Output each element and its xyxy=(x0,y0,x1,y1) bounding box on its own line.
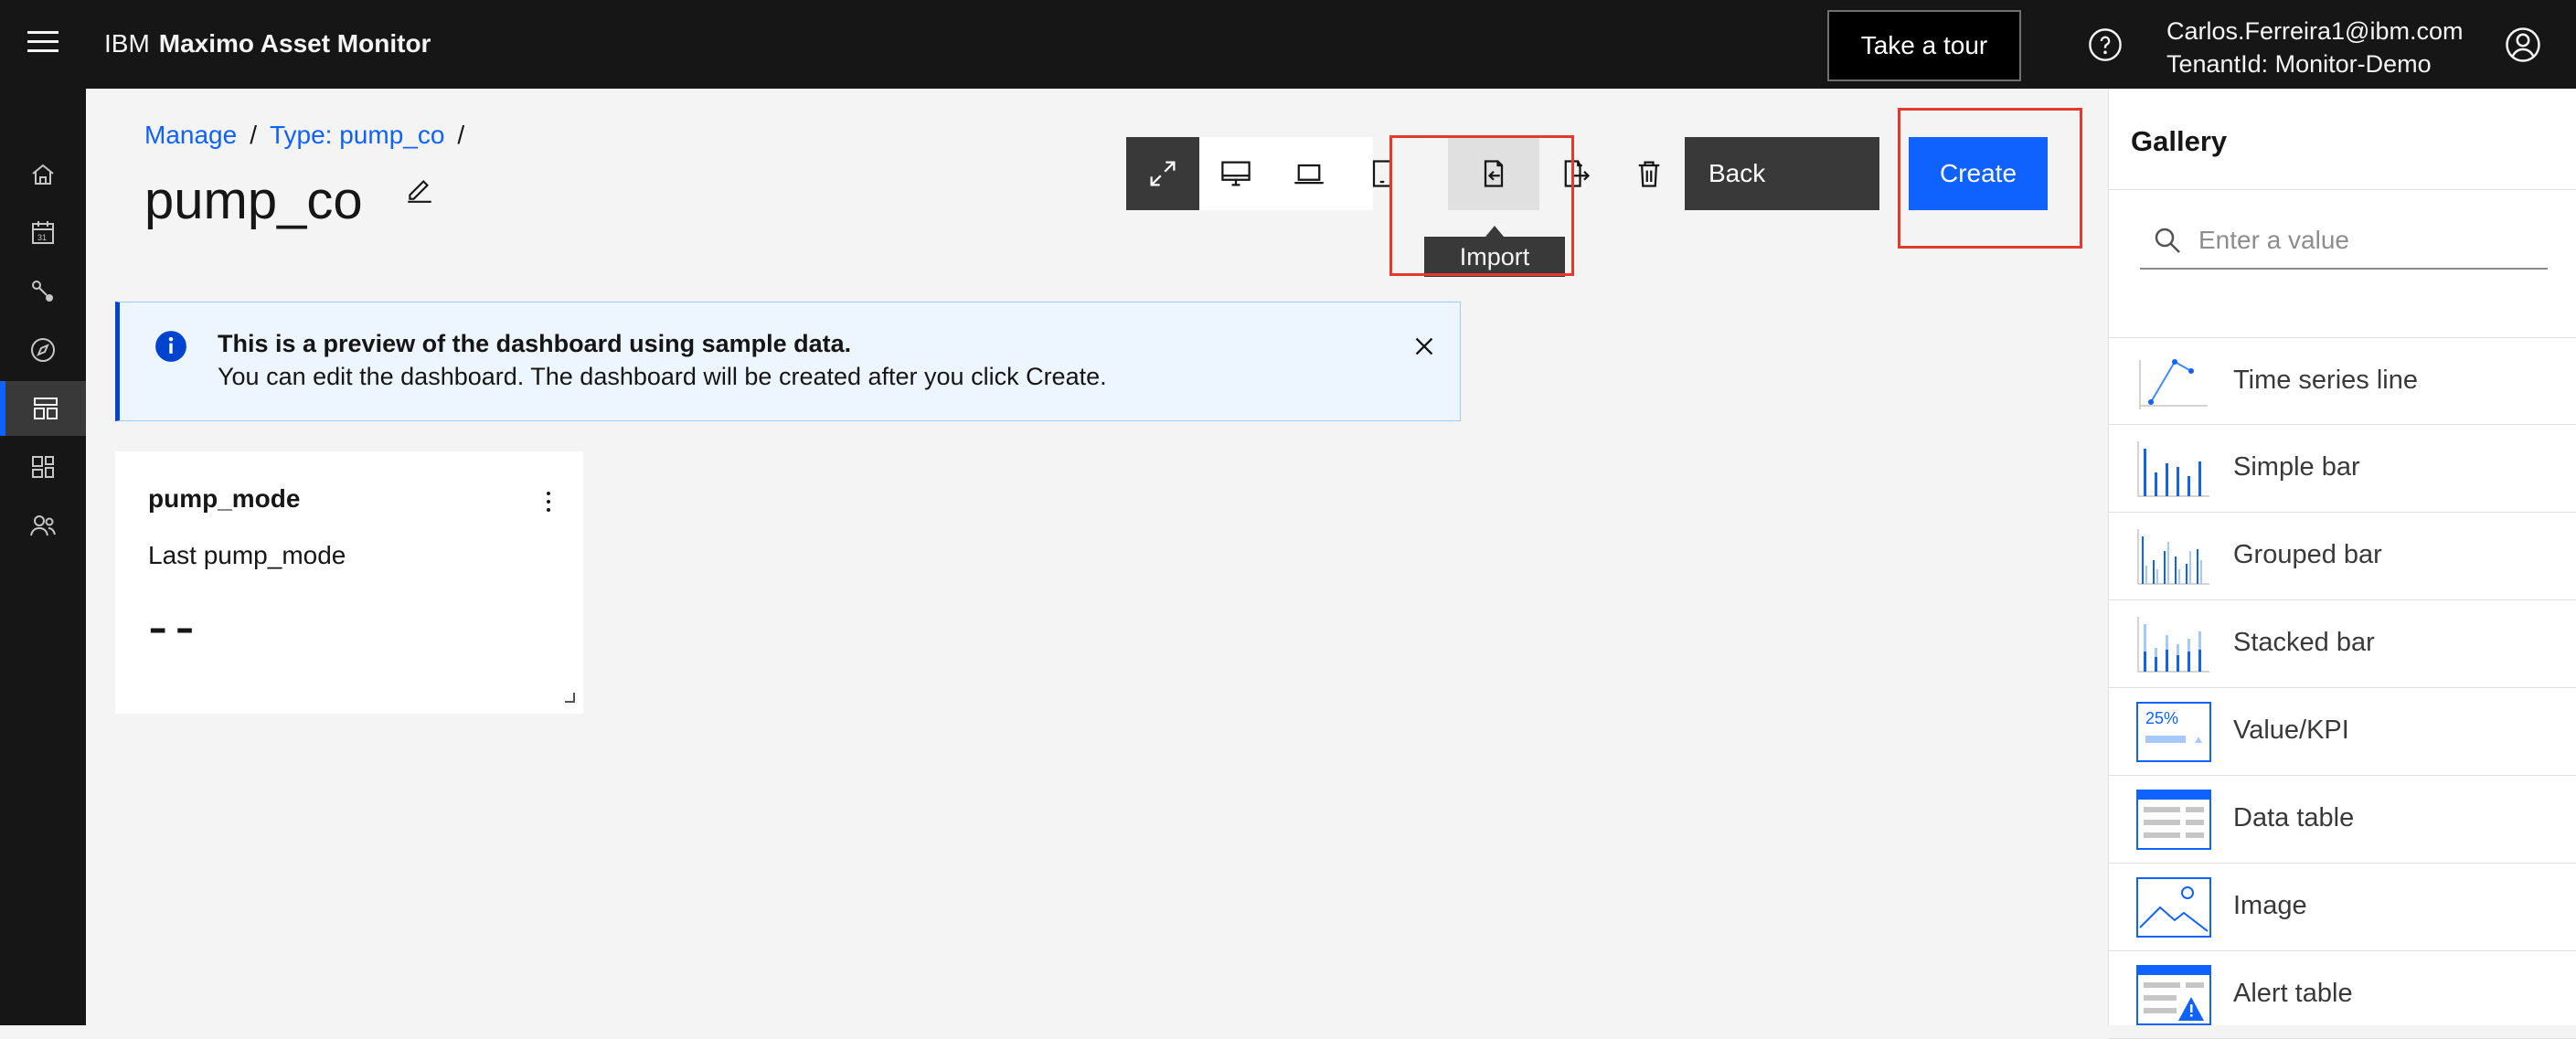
gallery-panel: Gallery Time series line Simple bar xyxy=(2108,89,2576,1039)
gallery-item-label: Simple bar xyxy=(2233,452,2360,482)
image-icon xyxy=(2136,877,2211,938)
gallery-item-label: Grouped bar xyxy=(2233,540,2382,569)
info-icon xyxy=(155,331,186,362)
connections-icon xyxy=(32,281,53,302)
gallery-item-label: Data table xyxy=(2233,803,2355,832)
value-kpi-icon: 25% xyxy=(2136,702,2211,762)
fit-to-screen-button[interactable] xyxy=(1126,137,1199,210)
export-button[interactable] xyxy=(1539,137,1613,210)
preview-notification: This is a preview of the dashboard using… xyxy=(115,302,1461,421)
nav-devices[interactable] xyxy=(0,440,86,494)
breadcrumb-type[interactable]: Type: pump_co xyxy=(270,121,444,149)
create-button[interactable]: Create xyxy=(1909,137,2048,210)
gallery-item-label: Image xyxy=(2233,891,2307,920)
import-button[interactable] xyxy=(1448,137,1539,210)
close-icon[interactable] xyxy=(1410,333,1438,360)
card-value: -- xyxy=(148,593,202,659)
nav-connections[interactable] xyxy=(0,264,86,319)
gallery-item-label: Time series line xyxy=(2233,366,2418,395)
gallery-item-grouped-bar[interactable]: Grouped bar xyxy=(2109,513,2576,600)
gallery-item-image[interactable]: Image xyxy=(2109,864,2576,951)
grouped-bar-icon xyxy=(2137,529,2209,585)
menu-icon[interactable] xyxy=(27,31,59,57)
gallery-title: Gallery xyxy=(2131,125,2228,157)
delete-button[interactable] xyxy=(1613,137,1686,210)
gallery-item-label: Stacked bar xyxy=(2233,628,2375,657)
users-icon xyxy=(30,515,56,536)
gallery-item-data-table[interactable]: Data table xyxy=(2109,776,2576,864)
import-icon xyxy=(1484,160,1504,187)
tablet-icon xyxy=(1372,160,1392,187)
nav-users[interactable] xyxy=(0,498,86,553)
breadcrumb-separator: / xyxy=(250,121,257,149)
notification-title: This is a preview of the dashboard using… xyxy=(218,330,852,357)
calendar-icon: 31 xyxy=(32,221,54,244)
trash-icon xyxy=(1638,161,1660,187)
export-icon xyxy=(1564,160,1591,187)
gallery-item-simple-bar[interactable]: Simple bar xyxy=(2109,425,2576,513)
top-header: IBM Maximo Asset Monitor Take a tour Carl… xyxy=(0,0,2576,89)
nav-home[interactable] xyxy=(0,147,86,202)
gallery-item-label: Alert table xyxy=(2233,979,2353,1008)
gallery-item-value-kpi[interactable]: 25% Value/KPI xyxy=(2109,688,2576,776)
devices-icon xyxy=(32,456,54,478)
edit-title-icon[interactable] xyxy=(404,174,435,205)
card-label: Last pump_mode xyxy=(148,541,346,569)
brand[interactable]: IBM Maximo Asset Monitor xyxy=(104,29,431,58)
dashboard-card[interactable]: pump_mode Last pump_mode -- xyxy=(115,451,583,714)
explore-icon xyxy=(31,338,55,362)
svg-text:31: 31 xyxy=(37,233,47,242)
laptop-icon xyxy=(1294,164,1324,185)
home-icon xyxy=(32,164,54,185)
gallery-item-alert-table[interactable]: Alert table xyxy=(2109,951,2576,1039)
fit-to-screen-icon xyxy=(1150,161,1176,186)
resize-handle-icon[interactable] xyxy=(563,691,576,704)
back-button[interactable]: Back xyxy=(1685,137,1879,210)
gallery-item-label: Value/KPI xyxy=(2233,716,2349,745)
tablet-view-button[interactable] xyxy=(1346,137,1419,210)
nav-dashboards[interactable] xyxy=(0,381,86,436)
breadcrumb-manage[interactable]: Manage xyxy=(144,121,237,149)
tenant-id: TenantId: Monitor-Demo xyxy=(2166,50,2432,78)
overflow-menu-icon[interactable] xyxy=(538,486,559,517)
brand-ibm: IBM xyxy=(104,29,150,58)
data-table-icon xyxy=(2136,790,2211,850)
user-avatar-icon[interactable] xyxy=(2505,27,2541,63)
notification-body: You can edit the dashboard. The dashboar… xyxy=(218,363,1107,390)
side-nav: 31 xyxy=(0,89,86,1025)
laptop-view-button[interactable] xyxy=(1272,137,1346,210)
take-tour-button[interactable]: Take a tour xyxy=(1827,10,2021,81)
breadcrumb-separator: / xyxy=(457,121,465,149)
gallery-search xyxy=(2140,211,2548,270)
simple-bar-icon xyxy=(2137,441,2209,497)
nav-explore[interactable] xyxy=(0,323,86,377)
gallery-item-time-series-line[interactable]: Time series line xyxy=(2109,337,2576,425)
desktop-icon xyxy=(1221,161,1251,186)
search-icon xyxy=(2155,228,2180,253)
user-email: Carlos.Ferreira1@ibm.com xyxy=(2166,17,2464,45)
import-tooltip: Import xyxy=(1424,226,1565,277)
divider xyxy=(2109,189,2576,190)
card-title: pump_mode xyxy=(148,484,301,513)
alert-table-icon xyxy=(2136,965,2211,1025)
desktop-view-button[interactable] xyxy=(1199,137,1272,210)
stacked-bar-icon xyxy=(2137,617,2209,673)
dashboard-icon xyxy=(34,398,58,419)
kpi-thumb-text: 25% xyxy=(2145,709,2178,727)
search-input[interactable] xyxy=(2198,220,2537,260)
page-title: pump_co xyxy=(144,171,363,230)
help-icon[interactable] xyxy=(2088,27,2123,62)
breadcrumb: Manage / Type: pump_co / xyxy=(144,121,477,150)
user-info: Carlos.Ferreira1@ibm.com TenantId: Monit… xyxy=(2166,15,2463,80)
nav-calendar[interactable]: 31 xyxy=(0,206,86,260)
gallery-item-stacked-bar[interactable]: Stacked bar xyxy=(2109,600,2576,688)
time-series-line-icon xyxy=(2139,359,2208,409)
brand-product: Maximo Asset Monitor xyxy=(158,29,431,58)
